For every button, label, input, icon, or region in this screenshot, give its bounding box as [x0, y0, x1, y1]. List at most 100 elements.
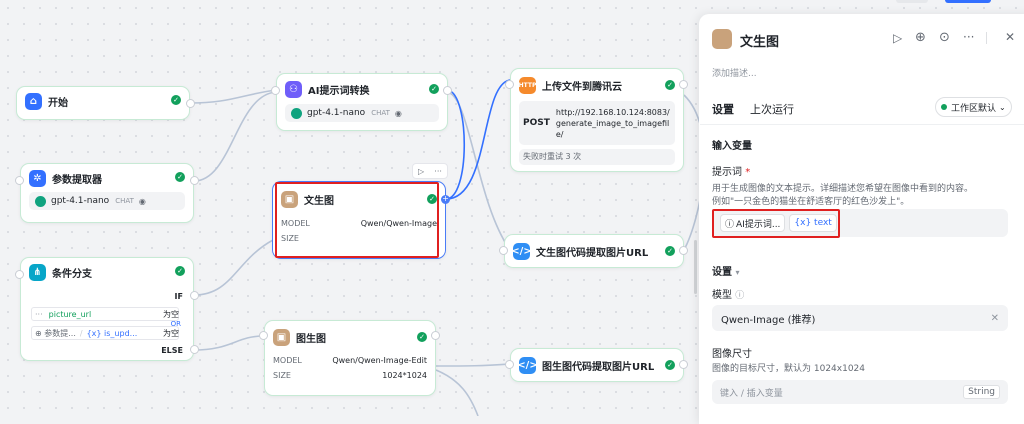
- node-start[interactable]: ⌂ 开始 ✓: [16, 86, 190, 120]
- model-tag: CHAT: [115, 197, 134, 205]
- success-check-icon: ✓: [665, 360, 675, 370]
- input-variables-heading: 输入变量: [712, 141, 752, 152]
- node-tst-title: 图生图: [296, 333, 326, 345]
- model-name: gpt-4.1-nano: [307, 108, 366, 118]
- model-label: 模型 ⓘ: [712, 286, 744, 301]
- node-image-to-image[interactable]: ▣ 图生图 ✓ MODEL Qwen/Qwen-Image-Edit SIZE 102…: [264, 320, 436, 396]
- node-condition[interactable]: ⋔ 条件分支 ✓ IF ··· picture_url 为空 OR ⊕ 参数提..…: [20, 257, 194, 361]
- target-icon[interactable]: ⊕: [915, 30, 926, 45]
- condition-row[interactable]: ··· picture_url: [31, 307, 179, 321]
- node-ai-prompt[interactable]: ⚇ AI提示词转换 ✓ gpt-4.1-nano CHAT ◉: [276, 73, 448, 131]
- code-icon: </>: [517, 356, 538, 374]
- model-select[interactable]: Qwen-Image (推荐) ✕: [712, 305, 1008, 331]
- retry-text: 失败时重试 3 次: [519, 149, 675, 165]
- chevron-down-icon: ⌄: [999, 102, 1006, 112]
- output-port[interactable]: [679, 246, 688, 255]
- output-port[interactable]: [190, 176, 199, 185]
- settings-heading[interactable]: 设置 ▾: [712, 263, 740, 278]
- add-next-node-button[interactable]: +: [441, 195, 450, 204]
- node-http-upload[interactable]: HTTP 上传文件到腾讯云 ✓ POST http://192.168.10.12…: [510, 68, 684, 172]
- node-param-extractor[interactable]: ✲ 参数提取器 ✓ gpt-4.1-nano CHAT ◉: [20, 163, 194, 223]
- panel-title: 文生图: [740, 35, 780, 50]
- node-cond-title: 条件分支: [52, 268, 92, 280]
- env-status-dot: [941, 104, 947, 110]
- node-param-title: 参数提取器: [52, 174, 102, 186]
- input-port[interactable]: [499, 246, 508, 255]
- condition-row[interactable]: ⊕ 参数提... / {x} is_upd...: [31, 326, 179, 340]
- input-port[interactable]: [505, 360, 514, 369]
- http-icon: HTTP: [519, 76, 536, 94]
- output-port[interactable]: [679, 360, 688, 369]
- row-key: MODEL: [273, 356, 302, 365]
- eye-icon: ◉: [394, 108, 402, 118]
- node-start-title: 开始: [48, 97, 68, 109]
- else-output-port[interactable]: [190, 345, 199, 354]
- http-request-box: POST http://192.168.10.124:8083/generate…: [519, 101, 675, 145]
- eye-icon: ◉: [138, 196, 146, 206]
- output-port[interactable]: [679, 80, 688, 89]
- output-port[interactable]: [186, 99, 195, 108]
- settings-heading-text: 设置: [712, 267, 732, 278]
- else-label: ELSE: [161, 346, 183, 355]
- if-output-port[interactable]: [190, 291, 199, 300]
- toolbar-button-partial[interactable]: [896, 0, 928, 3]
- success-check-icon: ✓: [175, 172, 185, 182]
- tab-divider: [700, 124, 1024, 125]
- openai-icon: [35, 195, 46, 207]
- publish-button-partial[interactable]: [945, 0, 991, 3]
- tab-last-run[interactable]: 上次运行: [750, 101, 794, 117]
- clear-icon[interactable]: ✕: [991, 313, 999, 324]
- help-icon[interactable]: ⊙: [939, 30, 950, 45]
- output-port[interactable]: [443, 86, 452, 95]
- run-icon[interactable]: ▷: [893, 31, 902, 45]
- input-port[interactable]: [505, 80, 514, 89]
- condition-op: 为空: [163, 310, 179, 319]
- size-input[interactable]: 键入 / 插入变量 String: [712, 380, 1008, 404]
- home-icon: ⌂: [25, 92, 42, 110]
- extract-icon: ✲: [29, 169, 46, 187]
- size-input-placeholder: 键入 / 插入变量: [720, 388, 783, 399]
- model-pill: gpt-4.1-nano CHAT ◉: [285, 104, 439, 122]
- type-badge: String: [963, 385, 1000, 399]
- condition-dots: ···: [35, 309, 43, 319]
- size-description: 图像的目标尺寸，默认为 1024x1024: [712, 364, 865, 374]
- env-selector[interactable]: 工作区默认 ⌄: [935, 97, 1012, 117]
- success-check-icon: ✓: [665, 246, 675, 256]
- node-code-extract-1[interactable]: </> 文生图代码提取图片URL ✓: [504, 234, 684, 268]
- row-value: 1024*1024: [382, 371, 427, 380]
- success-check-icon: ✓: [171, 95, 181, 105]
- ai-icon: ⚇: [285, 80, 302, 98]
- success-check-icon: ✓: [665, 80, 675, 90]
- node-code-extract-2[interactable]: </> 图生图代码提取图片URL ✓: [510, 348, 684, 382]
- run-icon[interactable]: ▷: [418, 167, 424, 176]
- output-port[interactable]: [431, 331, 440, 340]
- http-url: http://192.168.10.124:8083/generate_imag…: [555, 107, 670, 139]
- model-label-text: 模型: [712, 290, 732, 301]
- env-label: 工作区默认: [951, 103, 997, 114]
- node-code2-title: 图生图代码提取图片URL: [542, 361, 655, 373]
- node-ai-title: AI提示词转换: [308, 85, 370, 97]
- node-upload-title: 上传文件到腾讯云: [542, 81, 622, 93]
- row-key: SIZE: [273, 371, 291, 380]
- node-row-model: MODEL Qwen/Qwen-Image-Edit: [265, 353, 435, 368]
- more-icon[interactable]: ···: [434, 167, 442, 176]
- node-code1-title: 文生图代码提取图片URL: [536, 247, 649, 259]
- highlight-box-node: [275, 182, 439, 258]
- prompt-description: 用于生成图像的文本提示。详细描述您希望在图像中看到的内容。: [712, 184, 974, 194]
- input-port[interactable]: [15, 270, 24, 279]
- input-port[interactable]: [259, 331, 268, 340]
- close-icon[interactable]: ✕: [1005, 30, 1015, 44]
- input-port[interactable]: [271, 86, 280, 95]
- description-input[interactable]: 添加描述...: [712, 66, 757, 79]
- branch-icon: ⋔: [29, 263, 46, 281]
- model-pill: gpt-4.1-nano CHAT ◉: [29, 192, 185, 210]
- node-row-size: SIZE 1024*1024: [265, 368, 435, 383]
- success-check-icon: ✓: [417, 332, 427, 342]
- tab-settings[interactable]: 设置: [712, 101, 734, 117]
- prompt-label-text: 提示词: [712, 167, 742, 178]
- input-port[interactable]: [15, 176, 24, 185]
- model-select-value: Qwen-Image (推荐): [721, 314, 816, 326]
- panel-resize-handle[interactable]: [694, 240, 697, 294]
- if-label: IF: [174, 292, 183, 301]
- more-icon[interactable]: ···: [963, 30, 974, 44]
